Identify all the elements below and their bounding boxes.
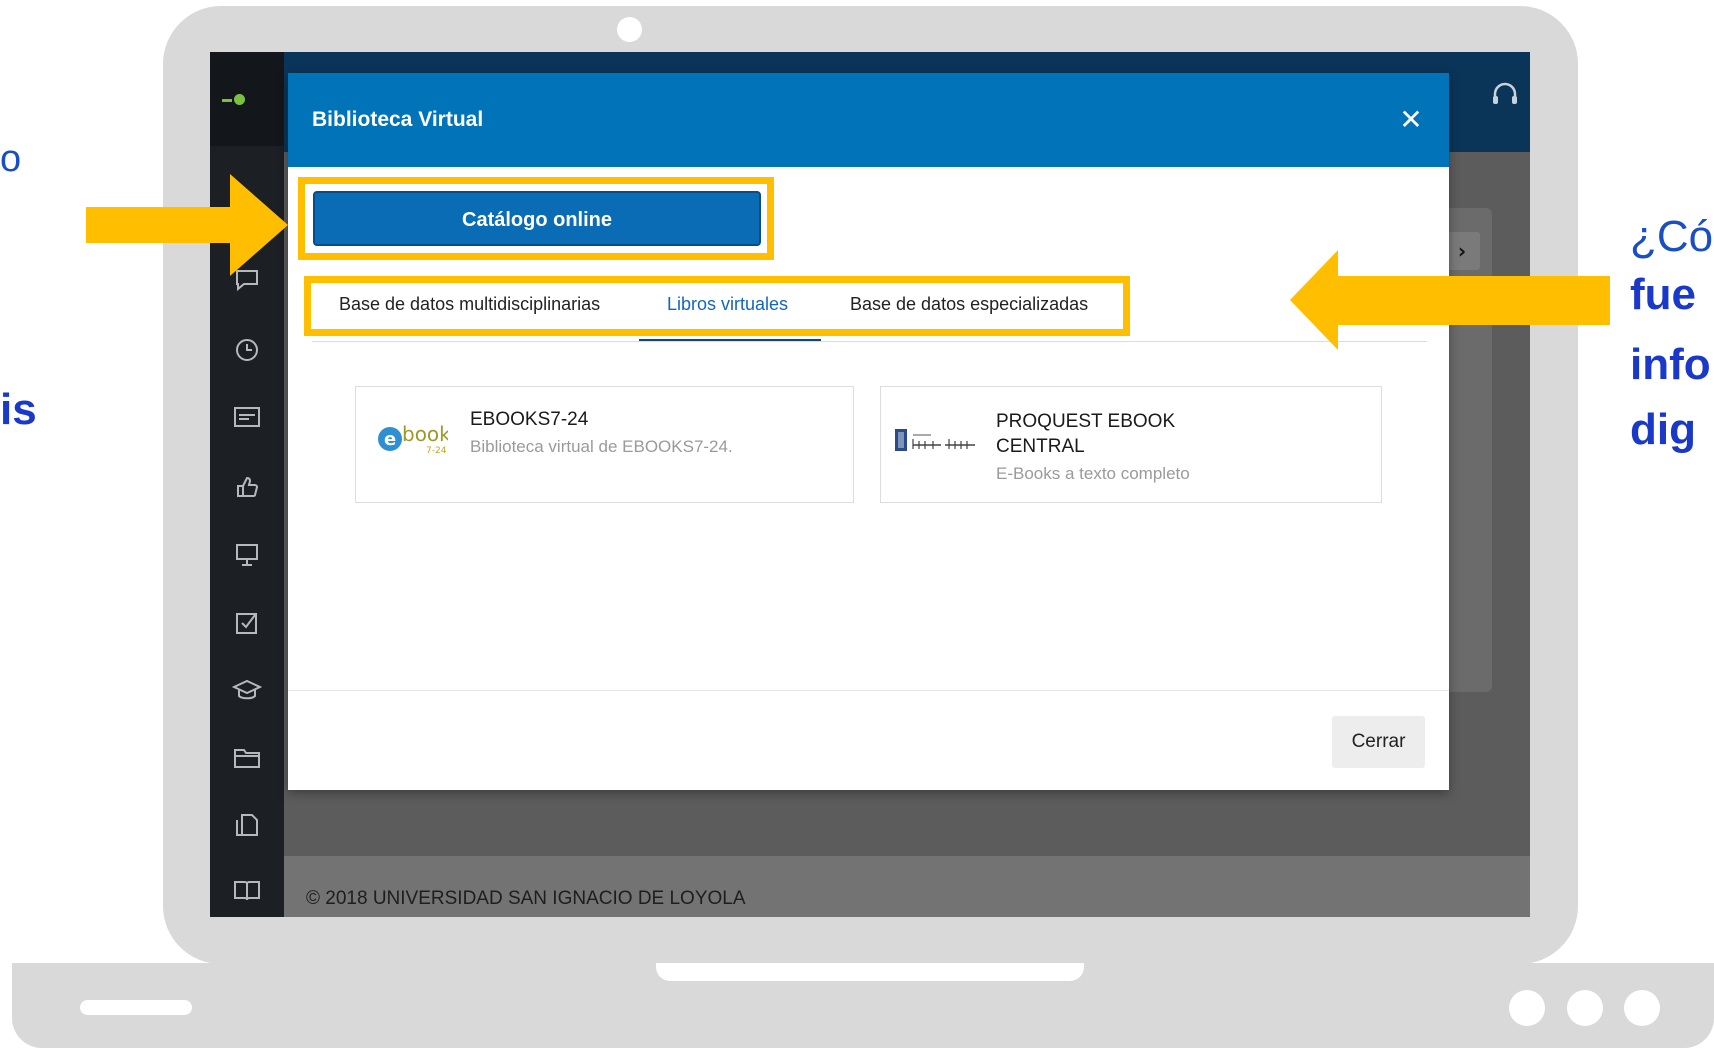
svg-text:e: e bbox=[384, 429, 396, 450]
folder-icon[interactable] bbox=[227, 746, 267, 776]
close-button[interactable]: Cerrar bbox=[1332, 716, 1425, 768]
presentation-icon[interactable] bbox=[227, 542, 267, 572]
ebooks-logo: e books 7-24 bbox=[376, 411, 461, 459]
app-logo-dot bbox=[234, 94, 245, 105]
thumbs-up-icon[interactable] bbox=[227, 474, 267, 504]
app-logo-dash bbox=[222, 99, 232, 102]
laptop-notch bbox=[656, 963, 1084, 981]
biblioteca-virtual-modal: Biblioteca Virtual ✕ Catálogo online Bas… bbox=[288, 73, 1449, 790]
arrow-right-icon bbox=[86, 174, 288, 276]
proquest-ebook-central-logo bbox=[893, 425, 983, 457]
checkbox-icon[interactable] bbox=[227, 610, 267, 640]
annotation-right-line-3: dig bbox=[1630, 405, 1696, 454]
laptop-dot bbox=[1624, 990, 1660, 1026]
camera-dot bbox=[617, 17, 642, 42]
laptop-slot bbox=[80, 1000, 192, 1015]
tab-virtual-books[interactable]: Libros virtuales bbox=[667, 294, 788, 315]
annotation-left-line-2: is bbox=[0, 385, 37, 434]
catalog-online-button[interactable]: Catálogo online bbox=[313, 191, 761, 246]
svg-text:7-24: 7-24 bbox=[426, 446, 447, 456]
card-title-line-1: PROQUEST EBOOK bbox=[996, 411, 1176, 432]
close-icon[interactable]: ✕ bbox=[1394, 103, 1428, 137]
annotation-right-line-1: fue bbox=[1630, 270, 1696, 319]
svg-text:books: books bbox=[402, 422, 448, 446]
annotation-right-question: ¿Có bbox=[1630, 212, 1714, 261]
clock-icon[interactable] bbox=[227, 337, 267, 367]
annotation-right-line-2: info bbox=[1630, 340, 1711, 389]
resource-card-proquest[interactable]: PROQUEST EBOOK CENTRAL E-Books a texto c… bbox=[880, 386, 1382, 503]
card-icon[interactable] bbox=[227, 406, 267, 436]
graduation-cap-icon[interactable] bbox=[227, 678, 267, 708]
laptop-dot bbox=[1509, 990, 1545, 1026]
arrow-left-icon bbox=[1290, 250, 1610, 350]
footer-copyright: © 2018 UNIVERSIDAD SAN IGNACIO DE LOYOLA bbox=[306, 888, 746, 909]
annotation-left-line-1: o bbox=[0, 138, 22, 180]
document-icon[interactable] bbox=[227, 812, 267, 842]
modal-title: Biblioteca Virtual bbox=[312, 108, 484, 131]
card-description: E-Books a texto completo bbox=[996, 464, 1190, 483]
book-icon[interactable] bbox=[227, 878, 267, 908]
resource-card-ebooks[interactable]: e books 7-24 EBOOKS7-24 Biblioteca virtu… bbox=[355, 386, 854, 503]
modal-footer-divider bbox=[288, 690, 1449, 691]
headset-icon[interactable] bbox=[1485, 80, 1525, 120]
tabs-divider bbox=[312, 341, 1427, 342]
laptop-dot bbox=[1567, 990, 1603, 1026]
tab-specialized-databases[interactable]: Base de datos especializadas bbox=[850, 294, 1088, 315]
tab-multidisciplinary-databases[interactable]: Base de datos multidisciplinarias bbox=[339, 294, 600, 315]
card-title: EBOOKS7-24 bbox=[470, 409, 589, 430]
card-description: Biblioteca virtual de EBOOKS7-24. bbox=[470, 437, 733, 456]
card-title-line-2: CENTRAL bbox=[996, 436, 1085, 457]
